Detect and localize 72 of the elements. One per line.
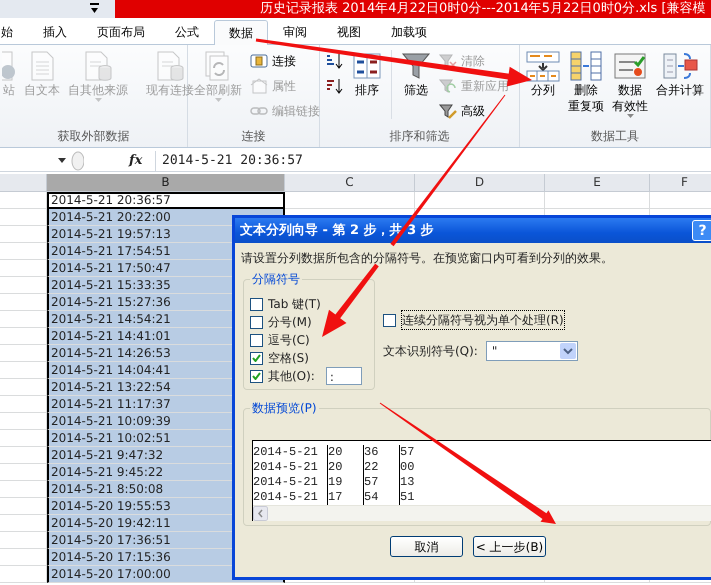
column-header[interactable]: C [285, 174, 415, 192]
column-header[interactable] [0, 174, 47, 192]
checkbox[interactable] [250, 370, 263, 382]
column-header[interactable]: D [415, 174, 545, 192]
properties-icon [250, 78, 268, 94]
group-label: 数据工具 [590, 128, 640, 145]
ribbon-tab[interactable]: 加载项 [376, 20, 442, 44]
sort-descending-icon [326, 78, 344, 94]
group-label: 排序和筛选 [388, 128, 450, 145]
checkbox[interactable] [250, 298, 263, 310]
dropdown-field[interactable]: " [486, 341, 578, 361]
preview-cell: 19 [327, 475, 363, 490]
table-cell[interactable] [285, 192, 415, 209]
ribbon-tab[interactable]: 插入 [28, 20, 82, 44]
ribbon-tab[interactable]: 页面布局 [82, 20, 160, 44]
ribbon-button[interactable]: 连接 [248, 50, 322, 72]
ribbon-button[interactable]: 删除 重复项 [566, 50, 606, 114]
column-header[interactable]: F [650, 174, 711, 192]
ribbon-tab[interactable]: 始 [0, 20, 28, 44]
caret-icon [214, 98, 222, 102]
ribbon-tab[interactable]: 数据 [214, 20, 268, 45]
advanced-filter-icon [439, 103, 457, 119]
table-cell[interactable]: 2014-5-21 20:36:57 [47, 192, 285, 209]
checkbox[interactable] [250, 334, 263, 346]
table-cell[interactable] [545, 192, 650, 209]
preview-cell: 20 [327, 460, 363, 475]
window-title: 历史记录报表 2014年4月22日0时0分---2014年5月22日0时0分.xls [兼容模 [259, 0, 706, 18]
ribbon-tab[interactable]: 审阅 [268, 20, 322, 44]
check-icon [252, 354, 261, 362]
scrollbar[interactable] [253, 505, 711, 521]
ribbon-button[interactable]: 高级 [437, 100, 511, 122]
duplicate-columns-icon [569, 50, 603, 82]
checkbox-label: 连续分隔符号视为单个处理(R) [401, 310, 565, 330]
input-field[interactable]: : [326, 367, 362, 385]
dialog-button[interactable]: 取消 [390, 536, 463, 557]
database-document-icon [155, 50, 185, 82]
splitter-handle-icon[interactable] [70, 150, 84, 170]
customize-menu-icon[interactable] [90, 3, 99, 15]
preview-cell: 00 [399, 460, 443, 475]
ribbon-tab[interactable]: 视图 [322, 20, 376, 44]
checkbox[interactable] [250, 352, 263, 364]
reapply-filter-icon [439, 78, 457, 94]
field-label: 文本识别符号(Q): [383, 343, 478, 360]
ribbon-tab[interactable]: 公式 [160, 20, 214, 44]
split-columns-icon [526, 50, 560, 82]
ribbon-button[interactable]: 分列 [524, 50, 562, 98]
database-document-icon [83, 50, 113, 82]
caret-icon [94, 98, 102, 102]
insert-function-button[interactable]: fx [129, 150, 151, 170]
dialog-button[interactable]: < 上一步(B) [473, 536, 546, 557]
check-icon [252, 372, 261, 380]
caret-icon [58, 158, 66, 163]
clear-filter-icon [439, 53, 457, 69]
consolidate-sheets-icon [662, 50, 698, 82]
sort-ascending-icon [326, 53, 344, 69]
checkbox[interactable] [383, 314, 396, 326]
checkbox[interactable] [250, 316, 263, 328]
ribbon-button[interactable]: 合并计算 [654, 50, 706, 98]
scroll-left-icon[interactable] [253, 506, 268, 521]
connection-icon [250, 53, 268, 69]
group-label: 获取外部数据 [56, 128, 130, 145]
globe-document-icon [2, 50, 16, 82]
ribbon-button[interactable]: 数据 有效性 [610, 50, 650, 118]
preview-cell: 22 [363, 460, 399, 475]
preview-cell: 20 [327, 445, 363, 460]
column-header[interactable]: E [545, 174, 650, 192]
preview-cell: 57 [363, 475, 399, 490]
column-header[interactable]: B [47, 174, 285, 192]
group-label: 连接 [240, 128, 266, 145]
preview-cell: 13 [399, 475, 443, 490]
caret-icon [626, 114, 634, 118]
preview-cell: 36 [363, 445, 399, 460]
